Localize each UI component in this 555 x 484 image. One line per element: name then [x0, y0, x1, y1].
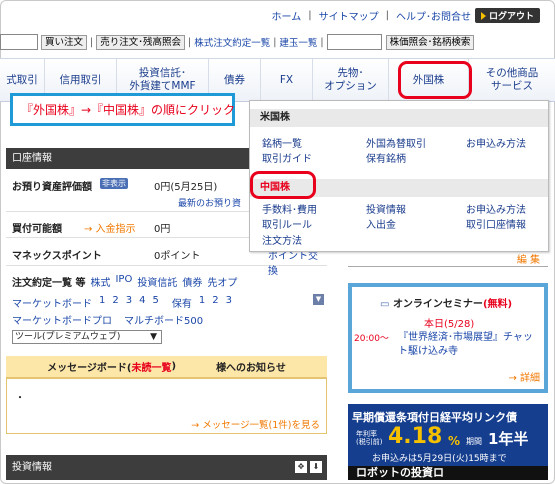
- nav-fx[interactable]: FX: [261, 59, 313, 101]
- logout-button[interactable]: ログアウト: [474, 8, 540, 23]
- home-link[interactable]: ホーム: [272, 8, 302, 23]
- quick-input[interactable]: [0, 34, 38, 50]
- latest-asset-link[interactable]: 最新のお預り資: [178, 196, 241, 209]
- cn-fees[interactable]: 手数料･費用: [262, 201, 317, 216]
- edit-link[interactable]: 編 集: [517, 251, 540, 266]
- holding-1[interactable]: 1: [199, 295, 205, 310]
- cn-account[interactable]: 取引口座情報: [466, 216, 526, 231]
- fx-trading[interactable]: 外国為替取引: [366, 135, 426, 150]
- cn-info[interactable]: 投資情報: [366, 201, 406, 216]
- holding-label[interactable]: 保有: [172, 295, 192, 310]
- order-list-link[interactable]: 株式注文約定一覧: [194, 35, 270, 49]
- invest-header: 投資情報 ✥ ⬇: [6, 455, 327, 480]
- quick-toolbar: 買い注文 | 売り注文･残高照会 | 株式注文約定一覧 | 建玉一覧 | 株価照…: [0, 33, 555, 51]
- tool-select[interactable]: ツール(プレミアムウェブ) ▼: [12, 330, 162, 344]
- orders-block: 注文約定一覧 等 株式 IPO 投資信託 債券 先オプ マーケットボード 1 2…: [6, 272, 327, 350]
- us-holdings[interactable]: 保有銘柄: [366, 150, 406, 165]
- move-icon[interactable]: ✥: [295, 461, 307, 473]
- multi-board-link[interactable]: マルチボード500: [124, 312, 203, 327]
- arrow-right-icon: [480, 11, 486, 20]
- deposit-link[interactable]: → 入金指示: [84, 220, 136, 235]
- seminar-date: 本日(5/28): [424, 319, 475, 330]
- nav-futures[interactable]: 先物･ オプション: [313, 59, 389, 101]
- sitemap-link[interactable]: サイトマップ: [319, 8, 379, 23]
- cn-stock-highlight: [250, 171, 316, 199]
- seminar-detail-link[interactable]: → 詳細: [508, 369, 540, 384]
- cn-rules[interactable]: 取引ルール: [262, 216, 312, 231]
- monitor-icon: ▭: [380, 299, 390, 310]
- quote-search-button[interactable]: 株価照会･銘柄検索: [385, 34, 475, 50]
- us-stock-section[interactable]: 米国株: [250, 109, 548, 127]
- board-5[interactable]: 5: [153, 295, 159, 310]
- board-3[interactable]: 3: [126, 295, 132, 310]
- foreign-stock-highlight: [398, 61, 472, 99]
- message-board-body: ・ → メッセージ一覧(1件)を見る: [6, 378, 327, 434]
- buying-power-label: 買付可能額: [12, 224, 62, 235]
- seminar-desc-link[interactable]: 『世界経済･市場展望』チャット駆け込み寺: [398, 331, 538, 359]
- orders-label: 注文約定一覧 等: [12, 278, 86, 289]
- cn-order-method[interactable]: 注文方法: [262, 232, 302, 247]
- seminar-time: 20:00～: [354, 334, 389, 344]
- orders-tab-stock[interactable]: 株式: [90, 274, 110, 289]
- points-value: 0ポイント: [154, 251, 201, 262]
- quote-input[interactable]: [326, 34, 382, 50]
- asset-value: 0円(5月25日): [154, 182, 218, 193]
- message-board-header: メッセージボード(未読一覧) 様へのお知らせ: [6, 356, 327, 378]
- instruction-callout: 『外国株』→『中国株』の順にクリック: [10, 93, 235, 126]
- buying-power-value: 0円: [154, 224, 171, 235]
- nav-other[interactable]: その他商品 サービス: [469, 59, 555, 101]
- cn-apply[interactable]: お申込み方法: [466, 201, 526, 216]
- orders-tab-bond[interactable]: 債券: [182, 274, 202, 289]
- orders-tab-fund[interactable]: 投資信託: [137, 274, 177, 289]
- us-guide[interactable]: 取引ガイド: [262, 150, 312, 165]
- bond-banner[interactable]: 早期償還条項付日経平均リンク債 年利率 (税引前) 4.18 % 期間 1年半 …: [348, 404, 548, 480]
- sell-button[interactable]: 売り注文･残高照会: [96, 34, 185, 50]
- unread-link[interactable]: 未読一覧: [131, 359, 171, 374]
- seminar-box: ▭ オンラインセミナー(無料) 本日(5/28) 20:00～ 『世界経済･市場…: [348, 283, 548, 393]
- download-icon[interactable]: ⬇: [310, 461, 322, 473]
- board-4[interactable]: 4: [139, 295, 145, 310]
- cn-deposit[interactable]: 入出金: [366, 216, 396, 231]
- holding-2[interactable]: 2: [212, 295, 218, 310]
- orders-tab-futures[interactable]: 先オプ: [207, 274, 237, 289]
- hide-button[interactable]: 非表示: [100, 178, 128, 189]
- board-pro-link[interactable]: マーケットボードプロ: [12, 312, 112, 327]
- holding-3[interactable]: 3: [226, 295, 232, 310]
- orders-tab-ipo[interactable]: IPO: [115, 274, 132, 289]
- market-board-label[interactable]: マーケットボード: [12, 295, 92, 310]
- us-apply[interactable]: お申込み方法: [466, 135, 526, 150]
- chevron-down-icon: ▼: [150, 332, 157, 342]
- board-1[interactable]: 1: [99, 295, 105, 310]
- message-list-link[interactable]: → メッセージ一覧(1件)を見る: [191, 417, 320, 431]
- collapse-icon[interactable]: ▼: [313, 294, 324, 305]
- help-link[interactable]: ヘルプ･お問合せ: [396, 8, 471, 23]
- position-list-link[interactable]: 建玉一覧: [279, 35, 317, 49]
- header-links: ホーム | サイトマップ | ヘルプ･お問合せ ログアウト: [272, 8, 540, 23]
- points-label: マネックスポイント: [12, 251, 102, 262]
- buy-button[interactable]: 買い注文: [41, 34, 88, 50]
- asset-label: お預り資産評価額: [12, 182, 92, 193]
- us-stock-list[interactable]: 銘柄一覧: [262, 135, 302, 150]
- board-2[interactable]: 2: [112, 295, 118, 310]
